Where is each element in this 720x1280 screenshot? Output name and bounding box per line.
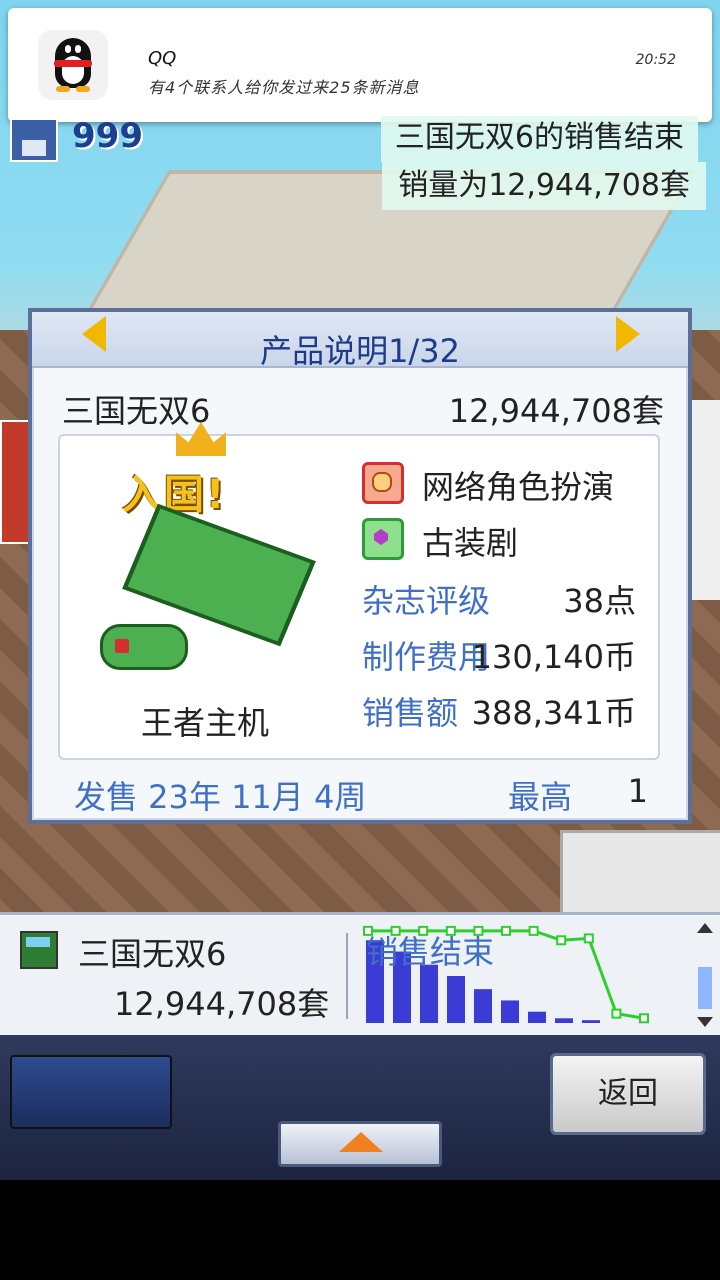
units-sold: 12,944,708套 — [448, 392, 664, 430]
product-detail-box: 入国! 王者主机 网络角色扮演 古装剧 杂志评级 38点 制作费用 130,14… — [58, 422, 660, 760]
sales-bar — [555, 1018, 573, 1023]
office-counter — [560, 830, 720, 916]
revenue-label: 销售额 — [362, 694, 459, 732]
gem-icon — [362, 518, 404, 560]
sales-bar — [501, 1000, 519, 1023]
qq-notification[interactable]: QQ 有4个联系人给你发过来25条新消息 20:52 — [8, 8, 712, 122]
sales-bar — [582, 1020, 600, 1023]
revenue-value: 388,341币 — [471, 694, 636, 732]
top-rank-value: 1 — [627, 772, 648, 810]
notification-message: 有4个联系人给你发过来25条新消息 — [148, 78, 420, 97]
platform-name: 王者主机 — [140, 704, 269, 742]
rank-point — [556, 935, 567, 946]
game-thumbnail-icon — [20, 931, 58, 969]
rank-point — [501, 925, 511, 936]
product-info-panel: 产品说明1/32 三国无双6 12,944,708套 入国! 王者主机 网络角色… — [28, 308, 692, 824]
menu-button[interactable] — [10, 1055, 172, 1129]
floppy-disk-icon — [10, 118, 58, 162]
sales-bar — [420, 964, 438, 1023]
up-arrow-icon — [339, 1132, 383, 1152]
rank-point — [583, 933, 594, 944]
sales-chart: 销售结束 — [363, 925, 649, 1024]
magazine-rating-label: 杂志评级 — [362, 582, 491, 620]
notification-app-name: QQ — [148, 48, 177, 69]
dev-cost-value: 130,140币 — [471, 638, 636, 676]
expand-button[interactable] — [278, 1121, 442, 1167]
panel-title: 产品说明1/32 — [260, 332, 460, 370]
sales-bar — [474, 989, 492, 1023]
release-date: 发售 23年 11月 4周 — [74, 778, 367, 816]
sales-bar-units: 12,944,708套 — [114, 985, 330, 1023]
theme-label: 古装剧 — [422, 524, 519, 562]
rank-point — [639, 1013, 649, 1024]
sales-bar — [528, 1011, 546, 1023]
sales-bar-game-name: 三国无双6 — [78, 935, 227, 973]
sales-bar — [447, 976, 465, 1023]
game-name: 三国无双6 — [62, 392, 211, 430]
rank-point — [528, 925, 539, 936]
divider — [346, 933, 348, 1019]
gamepad-icon — [100, 624, 188, 670]
genre-label: 网络角色扮演 — [422, 468, 615, 506]
sales-total-banner: 销量为12,944,708套 — [382, 162, 706, 210]
chart-title: 销售结束 — [366, 933, 494, 971]
next-arrow-icon[interactable] — [616, 316, 640, 352]
scroll-thumb[interactable] — [698, 967, 712, 1009]
back-button[interactable]: 返回 — [550, 1053, 706, 1135]
panel-header: 产品说明1/32 — [32, 312, 688, 370]
sales-status-bar[interactable]: 三国无双6 12,944,708套 销售结束 — [0, 912, 720, 1038]
scrollbar[interactable] — [694, 923, 716, 1027]
notification-time: 20:52 — [635, 52, 676, 68]
qq-penguin-icon — [38, 30, 108, 100]
magazine-rating-value: 38点 — [563, 582, 636, 620]
top-rank-label: 最高 — [508, 778, 573, 816]
right-shelf — [689, 400, 720, 600]
rank-point — [611, 1008, 622, 1019]
bottom-controls: 返回 — [0, 1035, 720, 1180]
disk-count: 999 — [72, 116, 143, 156]
scroll-up-icon[interactable] — [697, 923, 713, 933]
rpg-face-icon — [362, 462, 404, 504]
scroll-down-icon[interactable] — [697, 1017, 713, 1027]
sales-end-banner: 三国无双6的销售结束 — [380, 116, 698, 162]
